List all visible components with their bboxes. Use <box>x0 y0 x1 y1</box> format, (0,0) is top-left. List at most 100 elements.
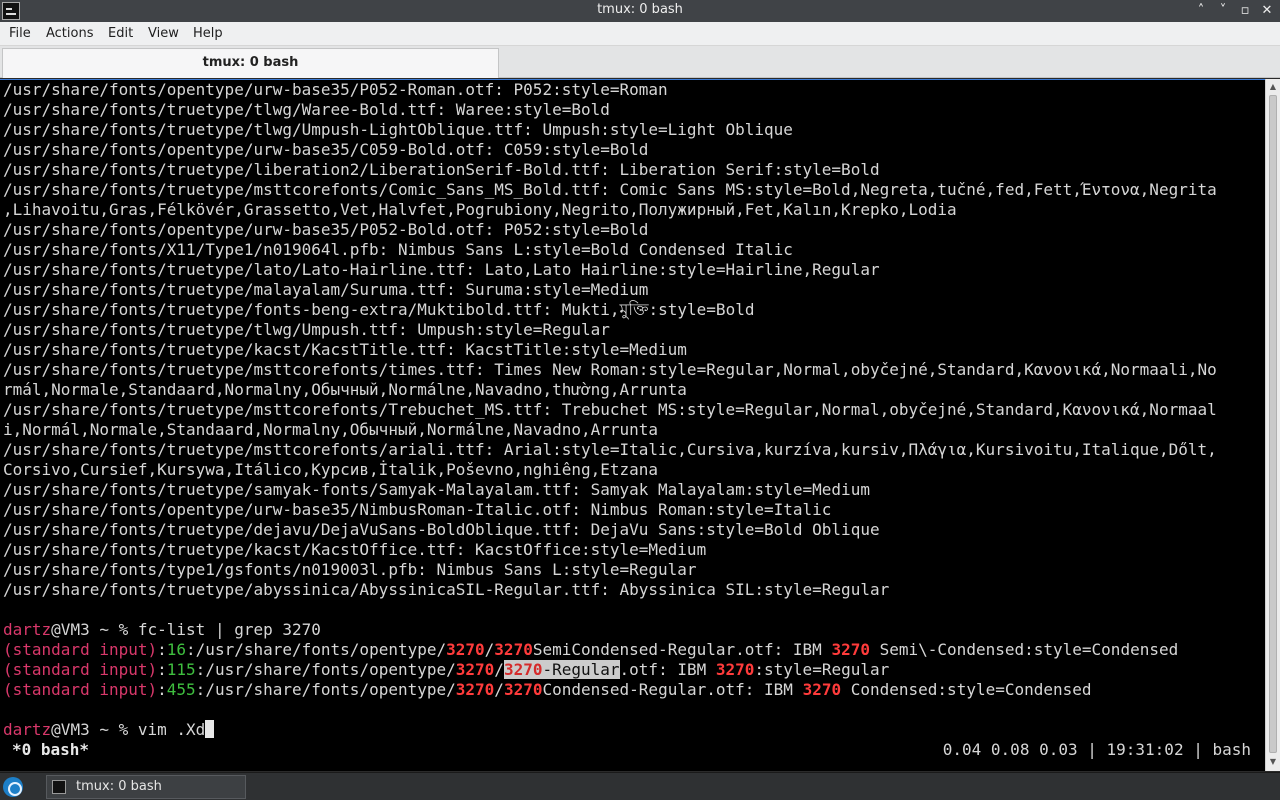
grep-match: 3270 <box>446 640 485 659</box>
menu-actions[interactable]: Actions <box>46 26 94 41</box>
terminal-prompt-line: dartz@VM3 ~ % vim .Xd <box>3 720 1217 740</box>
terminal-output-line: /usr/share/fonts/truetype/kacst/KacstTit… <box>3 340 687 359</box>
command-text: fc-list | grep 3270 <box>137 620 321 639</box>
terminal-output-line: /usr/share/fonts/X11/Type1/n019064l.pfb:… <box>3 240 793 259</box>
grep-source-label: (standard input) <box>3 660 158 679</box>
grep-source-label: (standard input) <box>3 680 158 699</box>
menu-view[interactable]: View <box>148 26 179 41</box>
terminal-output: /usr/share/fonts/opentype/urw-base35/P05… <box>3 80 1217 740</box>
separator: : <box>157 640 167 659</box>
tab-tmux[interactable]: tmux: 0 bash <box>2 48 499 78</box>
terminal-output-line: /usr/share/fonts/truetype/msttcorefonts/… <box>3 440 1217 459</box>
terminal-scrollbar[interactable]: ▲ ▼ <box>1265 79 1280 771</box>
terminal-output-line: /usr/share/fonts/opentype/urw-base35/P05… <box>3 220 649 239</box>
grep-text-selected: -Regular <box>542 660 620 679</box>
prompt-host: @VM3 ~ % <box>51 620 138 639</box>
terminal-output-line: Corsivo,Cursief,Kursywa,Itálico,Курсив,İ… <box>3 460 659 479</box>
grep-match: 3270 <box>831 640 870 659</box>
grep-path: Condensed:style=Condensed <box>841 680 1092 699</box>
minimize-icon[interactable]: ˅ <box>1214 2 1232 20</box>
grep-match: 3270 <box>455 680 495 699</box>
grep-match: 3270 <box>503 680 543 699</box>
terminal-output-line: /usr/share/fonts/truetype/liberation2/Li… <box>3 160 880 179</box>
grep-match: 3270 <box>494 640 533 659</box>
terminal-output-line: /usr/share/fonts/opentype/urw-base35/P05… <box>3 80 668 99</box>
separator: : <box>157 660 167 679</box>
terminal-output-line: /usr/share/fonts/truetype/malayalam/Suru… <box>3 280 649 299</box>
terminal-output-line: i,Normál,Normale,Standaard,Normalny,Обыч… <box>3 420 659 439</box>
grep-source-label: (standard input) <box>3 640 158 659</box>
grep-match: 3270 <box>715 660 755 679</box>
terminal-output-line: /usr/share/fonts/opentype/urw-base35/Nim… <box>3 500 832 519</box>
grep-line-number: 455 <box>166 680 196 699</box>
terminal-output-line: /usr/share/fonts/truetype/tlwg/Umpush.tt… <box>3 320 610 339</box>
terminal-output-line: /usr/share/fonts/type1/gsfonts/n019003l.… <box>3 560 697 579</box>
menu-bar: File Actions Edit View Help <box>0 22 1280 46</box>
tmux-status-info: 0.04 0.08 0.03 | 19:31:02 | bash <box>942 740 1251 759</box>
grep-path: :style=Regular <box>754 660 890 679</box>
terminal-output-line: /usr/share/fonts/truetype/lato/Lato-Hair… <box>3 260 880 279</box>
tmux-status-bar: *0 bash* 0.04 0.08 0.03 | 19:31:02 | bas… <box>0 740 1265 760</box>
grep-path: .otf: IBM <box>619 660 716 679</box>
terminal-output-line: /usr/share/fonts/truetype/samyak-fonts/S… <box>3 480 870 499</box>
grep-match: 3270 <box>455 660 495 679</box>
grep-path: /usr/share/fonts/opentype/ <box>205 680 456 699</box>
application-launcher-icon[interactable] <box>3 777 23 797</box>
prompt-host: @VM3 ~ % <box>51 720 138 739</box>
terminal-view[interactable]: /usr/share/fonts/opentype/urw-base35/P05… <box>0 79 1265 771</box>
separator: : <box>195 680 206 699</box>
terminal-output-line: /usr/share/fonts/truetype/tlwg/Waree-Bol… <box>3 100 610 119</box>
maximize-icon[interactable]: ▫ <box>1236 2 1254 20</box>
title-bar: tmux: 0 bash ˄ ˅ ▫ ✕ <box>0 0 1280 22</box>
terminal-output-line: /usr/share/fonts/truetype/msttcorefonts/… <box>3 400 1217 419</box>
terminal-output-line: /usr/share/fonts/truetype/dejavu/DejaVuS… <box>3 520 880 539</box>
separator: : <box>186 640 196 659</box>
grep-path: /usr/share/fonts/opentype/ <box>195 640 447 659</box>
grep-result-line: (standard input):455:/usr/share/fonts/op… <box>3 680 1217 700</box>
terminal-output-line: /usr/share/fonts/truetype/tlwg/Umpush-Li… <box>3 120 793 139</box>
scrollbar-thumb[interactable] <box>1269 95 1277 753</box>
terminal-prompt-line: dartz@VM3 ~ % fc-list | grep 3270 <box>3 620 1217 640</box>
grep-path: Condensed-Regular.otf: IBM <box>542 680 803 699</box>
grep-path: Semi\-Condensed:style=Condensed <box>869 640 1179 659</box>
grep-line-number: 16 <box>166 640 187 659</box>
menu-edit[interactable]: Edit <box>108 26 133 41</box>
scroll-up-icon[interactable]: ▲ <box>1268 82 1278 92</box>
grep-path: / <box>494 680 504 699</box>
separator: : <box>195 660 206 679</box>
terminal-output-line: rmál,Normale,Standaard,Normalny,Обычный,… <box>3 380 687 399</box>
menu-help[interactable]: Help <box>193 26 223 41</box>
terminal-output-line: /usr/share/fonts/truetype/msttcorefonts/… <box>3 180 1217 199</box>
grep-match: 3270 <box>802 680 842 699</box>
terminal-output-line: /usr/share/fonts/opentype/urw-base35/C05… <box>3 140 649 159</box>
close-icon[interactable]: ✕ <box>1258 2 1276 20</box>
grep-result-line: (standard input):115:/usr/share/fonts/op… <box>3 660 1217 680</box>
tab-bar: tmux: 0 bash <box>0 46 1280 78</box>
separator: : <box>157 680 167 699</box>
taskbar-item-tmux[interactable]: tmux: 0 bash <box>46 775 246 799</box>
prompt-user: dartz <box>3 620 52 639</box>
grep-path: / <box>484 640 495 659</box>
text-cursor <box>205 720 215 738</box>
terminal-output-line: /usr/share/fonts/truetype/kacst/KacstOff… <box>3 540 707 559</box>
taskbar: tmux: 0 bash <box>0 772 1280 800</box>
grep-path: SemiCondensed-Regular.otf: IBM <box>532 640 832 659</box>
keep-above-icon[interactable]: ˄ <box>1192 2 1210 20</box>
terminal-output-line: /usr/share/fonts/truetype/fonts-beng-ext… <box>3 300 755 319</box>
grep-line-number: 115 <box>166 660 196 679</box>
grep-match-selected: 3270 <box>503 660 543 679</box>
scroll-down-icon[interactable]: ▼ <box>1268 757 1278 767</box>
terminal-icon <box>52 780 66 794</box>
grep-path: /usr/share/fonts/opentype/ <box>205 660 456 679</box>
window-title: tmux: 0 bash <box>597 2 683 17</box>
terminal-output-line: /usr/share/fonts/truetype/msttcorefonts/… <box>3 360 1217 379</box>
grep-path: / <box>494 660 504 679</box>
tmux-window-indicator: *0 bash* <box>12 740 90 759</box>
taskbar-item-label: tmux: 0 bash <box>76 779 162 794</box>
grep-result-line: (standard input):16:/usr/share/fonts/ope… <box>3 640 1217 660</box>
menu-file[interactable]: File <box>9 26 31 41</box>
terminal-output-line: ,Lihavoitu,Gras,Félkövér,Grassetto,Vet,H… <box>3 200 957 219</box>
prompt-user: dartz <box>3 720 52 739</box>
